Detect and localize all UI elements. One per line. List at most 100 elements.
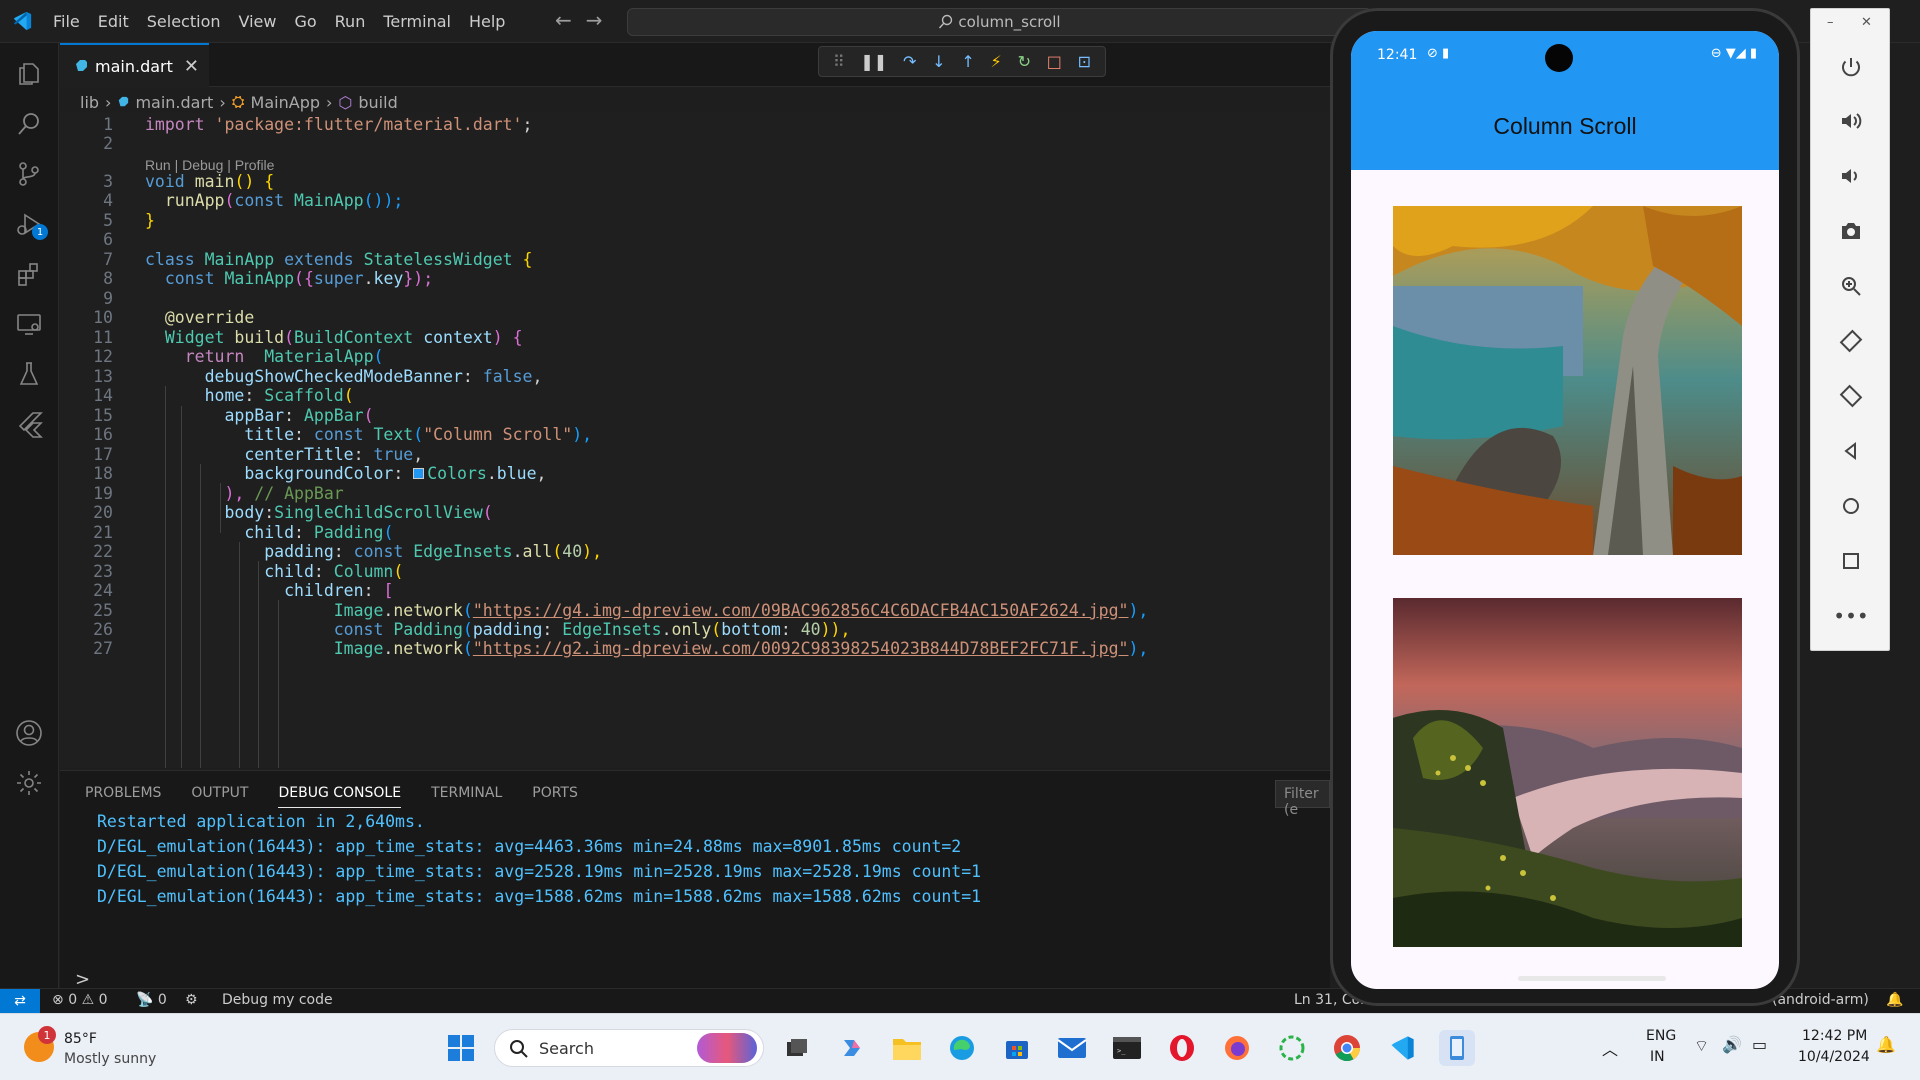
windows-start-icon[interactable] bbox=[443, 1030, 479, 1066]
step-over-icon[interactable]: ↷ bbox=[903, 52, 916, 71]
menu-help[interactable]: Help bbox=[460, 0, 514, 43]
tab-terminal[interactable]: TERMINAL bbox=[431, 785, 502, 808]
menu-view[interactable]: View bbox=[230, 0, 286, 43]
terminal-app-icon[interactable]: >_ bbox=[1109, 1030, 1145, 1066]
forward-arrow-icon[interactable]: → bbox=[586, 8, 603, 32]
widget-inspector-icon[interactable]: ⊡ bbox=[1078, 52, 1091, 71]
notifications-bell-icon[interactable]: 🔔 bbox=[1886, 992, 1903, 1008]
warning-icon: ⚠ bbox=[81, 992, 95, 1008]
remote-icon[interactable]: ⇄ bbox=[0, 989, 40, 1013]
more-icon[interactable]: ••• bbox=[1829, 596, 1873, 636]
breadcrumb-folder[interactable]: lib bbox=[80, 93, 99, 112]
breadcrumb-class[interactable]: MainApp bbox=[251, 93, 320, 112]
menu-selection[interactable]: Selection bbox=[138, 0, 230, 43]
source-control-icon[interactable] bbox=[12, 157, 46, 191]
vscode-taskbar-icon[interactable] bbox=[1384, 1030, 1420, 1066]
copilot-icon[interactable] bbox=[834, 1030, 870, 1066]
minimize-icon[interactable]: – bbox=[1827, 15, 1834, 30]
flutter-icon[interactable] bbox=[12, 407, 46, 441]
explorer-icon[interactable] bbox=[12, 57, 46, 91]
weather-desc[interactable]: Mostly sunny bbox=[64, 1051, 156, 1067]
file-explorer-icon[interactable] bbox=[889, 1030, 925, 1066]
stop-icon[interactable]: □ bbox=[1047, 52, 1062, 71]
taskbar-search-box[interactable]: Search bbox=[494, 1029, 764, 1067]
opera-browser-icon[interactable] bbox=[1164, 1030, 1200, 1066]
drag-handle-icon[interactable]: ⠿ bbox=[833, 52, 845, 71]
menu-go[interactable]: Go bbox=[285, 0, 325, 43]
command-center-search[interactable]: column_scroll bbox=[627, 8, 1372, 36]
extensions-icon[interactable] bbox=[12, 257, 46, 291]
chrome-browser-icon[interactable] bbox=[1329, 1030, 1365, 1066]
errors-warnings-status[interactable]: ⊗ 0 ⚠ 0 bbox=[52, 992, 108, 1008]
pause-icon[interactable]: ❚❚ bbox=[860, 52, 887, 71]
menu-file[interactable]: File bbox=[44, 0, 89, 43]
tab-ports[interactable]: PORTS bbox=[532, 785, 578, 808]
device-selector[interactable]: (android-arm) bbox=[1772, 992, 1869, 1008]
code-editor[interactable]: 1 import 'package:flutter/material.dart';… bbox=[60, 113, 1330, 768]
settings-gear-icon[interactable] bbox=[12, 766, 46, 800]
power-icon[interactable] bbox=[1829, 47, 1873, 87]
tab-debug-console[interactable]: DEBUG CONSOLE bbox=[278, 785, 402, 808]
remote-explorer-icon[interactable] bbox=[12, 307, 46, 341]
testing-icon[interactable] bbox=[12, 357, 46, 391]
breadcrumb-file[interactable]: main.dart bbox=[135, 93, 213, 112]
breadcrumb-method[interactable]: build bbox=[358, 93, 397, 112]
color-swatch-icon[interactable] bbox=[413, 468, 425, 479]
menu-run[interactable]: Run bbox=[326, 0, 375, 43]
edge-browser-icon[interactable] bbox=[944, 1030, 980, 1066]
wifi-icon[interactable]: ⌔ bbox=[1694, 1036, 1709, 1056]
status-notification-icons: ⊘ ▮ bbox=[1427, 46, 1450, 61]
volume-icon[interactable]: 🔊 bbox=[1722, 1035, 1742, 1054]
weather-temp[interactable]: 85°F bbox=[64, 1031, 97, 1047]
home-icon[interactable] bbox=[1829, 486, 1873, 526]
account-icon[interactable] bbox=[12, 716, 46, 750]
language-region[interactable]: IN bbox=[1650, 1049, 1665, 1065]
tab-label: main.dart bbox=[95, 56, 173, 76]
tab-problems[interactable]: PROBLEMS bbox=[85, 785, 161, 808]
mail-icon[interactable] bbox=[1054, 1030, 1090, 1066]
console-filter-input[interactable]: Filter (e bbox=[1275, 780, 1330, 818]
front-camera-icon bbox=[1545, 44, 1573, 72]
menu-edit[interactable]: Edit bbox=[89, 0, 138, 43]
back-arrow-icon[interactable]: ← bbox=[555, 8, 572, 32]
restart-icon[interactable]: ↻ bbox=[1018, 52, 1031, 71]
rotate-left-icon[interactable] bbox=[1829, 321, 1873, 361]
ports-status[interactable]: 📡 0 bbox=[136, 992, 167, 1008]
console-prompt[interactable]: > bbox=[75, 969, 90, 990]
battery-icon[interactable]: ▭ bbox=[1752, 1035, 1767, 1054]
clock-date[interactable]: 10/4/2024 bbox=[1798, 1049, 1870, 1065]
sync-app-icon[interactable] bbox=[1274, 1030, 1310, 1066]
hot-reload-icon[interactable]: ⚡ bbox=[991, 52, 1002, 71]
editor-tabs: main.dart ✕ bbox=[60, 43, 1330, 87]
back-icon[interactable] bbox=[1829, 431, 1873, 471]
rotate-right-icon[interactable] bbox=[1829, 376, 1873, 416]
class-symbol-icon: ⛭ bbox=[231, 92, 245, 111]
tab-main-dart[interactable]: main.dart ✕ bbox=[60, 43, 209, 87]
emulator-taskbar-icon[interactable] bbox=[1439, 1030, 1475, 1066]
search-icon bbox=[510, 1040, 528, 1058]
search-icon[interactable] bbox=[12, 107, 46, 141]
camera-icon[interactable] bbox=[1829, 211, 1873, 251]
run-debug-icon[interactable]: 1 bbox=[12, 207, 48, 241]
language-code[interactable]: ENG bbox=[1646, 1028, 1676, 1044]
zoom-icon[interactable] bbox=[1829, 266, 1873, 306]
volume-up-icon[interactable] bbox=[1829, 101, 1873, 141]
debug-status-label[interactable]: Debug my code bbox=[222, 992, 333, 1008]
notification-bell-icon[interactable]: 🔔 bbox=[1876, 1035, 1896, 1054]
home-indicator[interactable] bbox=[1518, 976, 1666, 981]
microsoft-store-icon[interactable] bbox=[999, 1030, 1035, 1066]
phone-screen[interactable]: 12:41 ⊘ ▮ ⊖ ▼◢ ▮ Column Scroll bbox=[1351, 31, 1779, 989]
close-icon[interactable]: ✕ bbox=[1861, 15, 1872, 30]
volume-down-icon[interactable] bbox=[1829, 156, 1873, 196]
step-into-icon[interactable]: ↓ bbox=[932, 52, 945, 71]
overview-icon[interactable] bbox=[1829, 541, 1873, 581]
menu-terminal[interactable]: Terminal bbox=[374, 0, 460, 43]
clock-time[interactable]: 12:42 PM bbox=[1802, 1028, 1867, 1044]
show-hidden-icons[interactable]: ︿ bbox=[1602, 1036, 1618, 1060]
close-icon[interactable]: ✕ bbox=[184, 56, 199, 77]
task-view-icon[interactable] bbox=[779, 1030, 815, 1066]
debug-status-icon[interactable]: ⚙ bbox=[185, 992, 198, 1008]
tab-output[interactable]: OUTPUT bbox=[191, 785, 248, 808]
firefox-browser-icon[interactable] bbox=[1219, 1030, 1255, 1066]
step-out-icon[interactable]: ↑ bbox=[961, 52, 974, 71]
